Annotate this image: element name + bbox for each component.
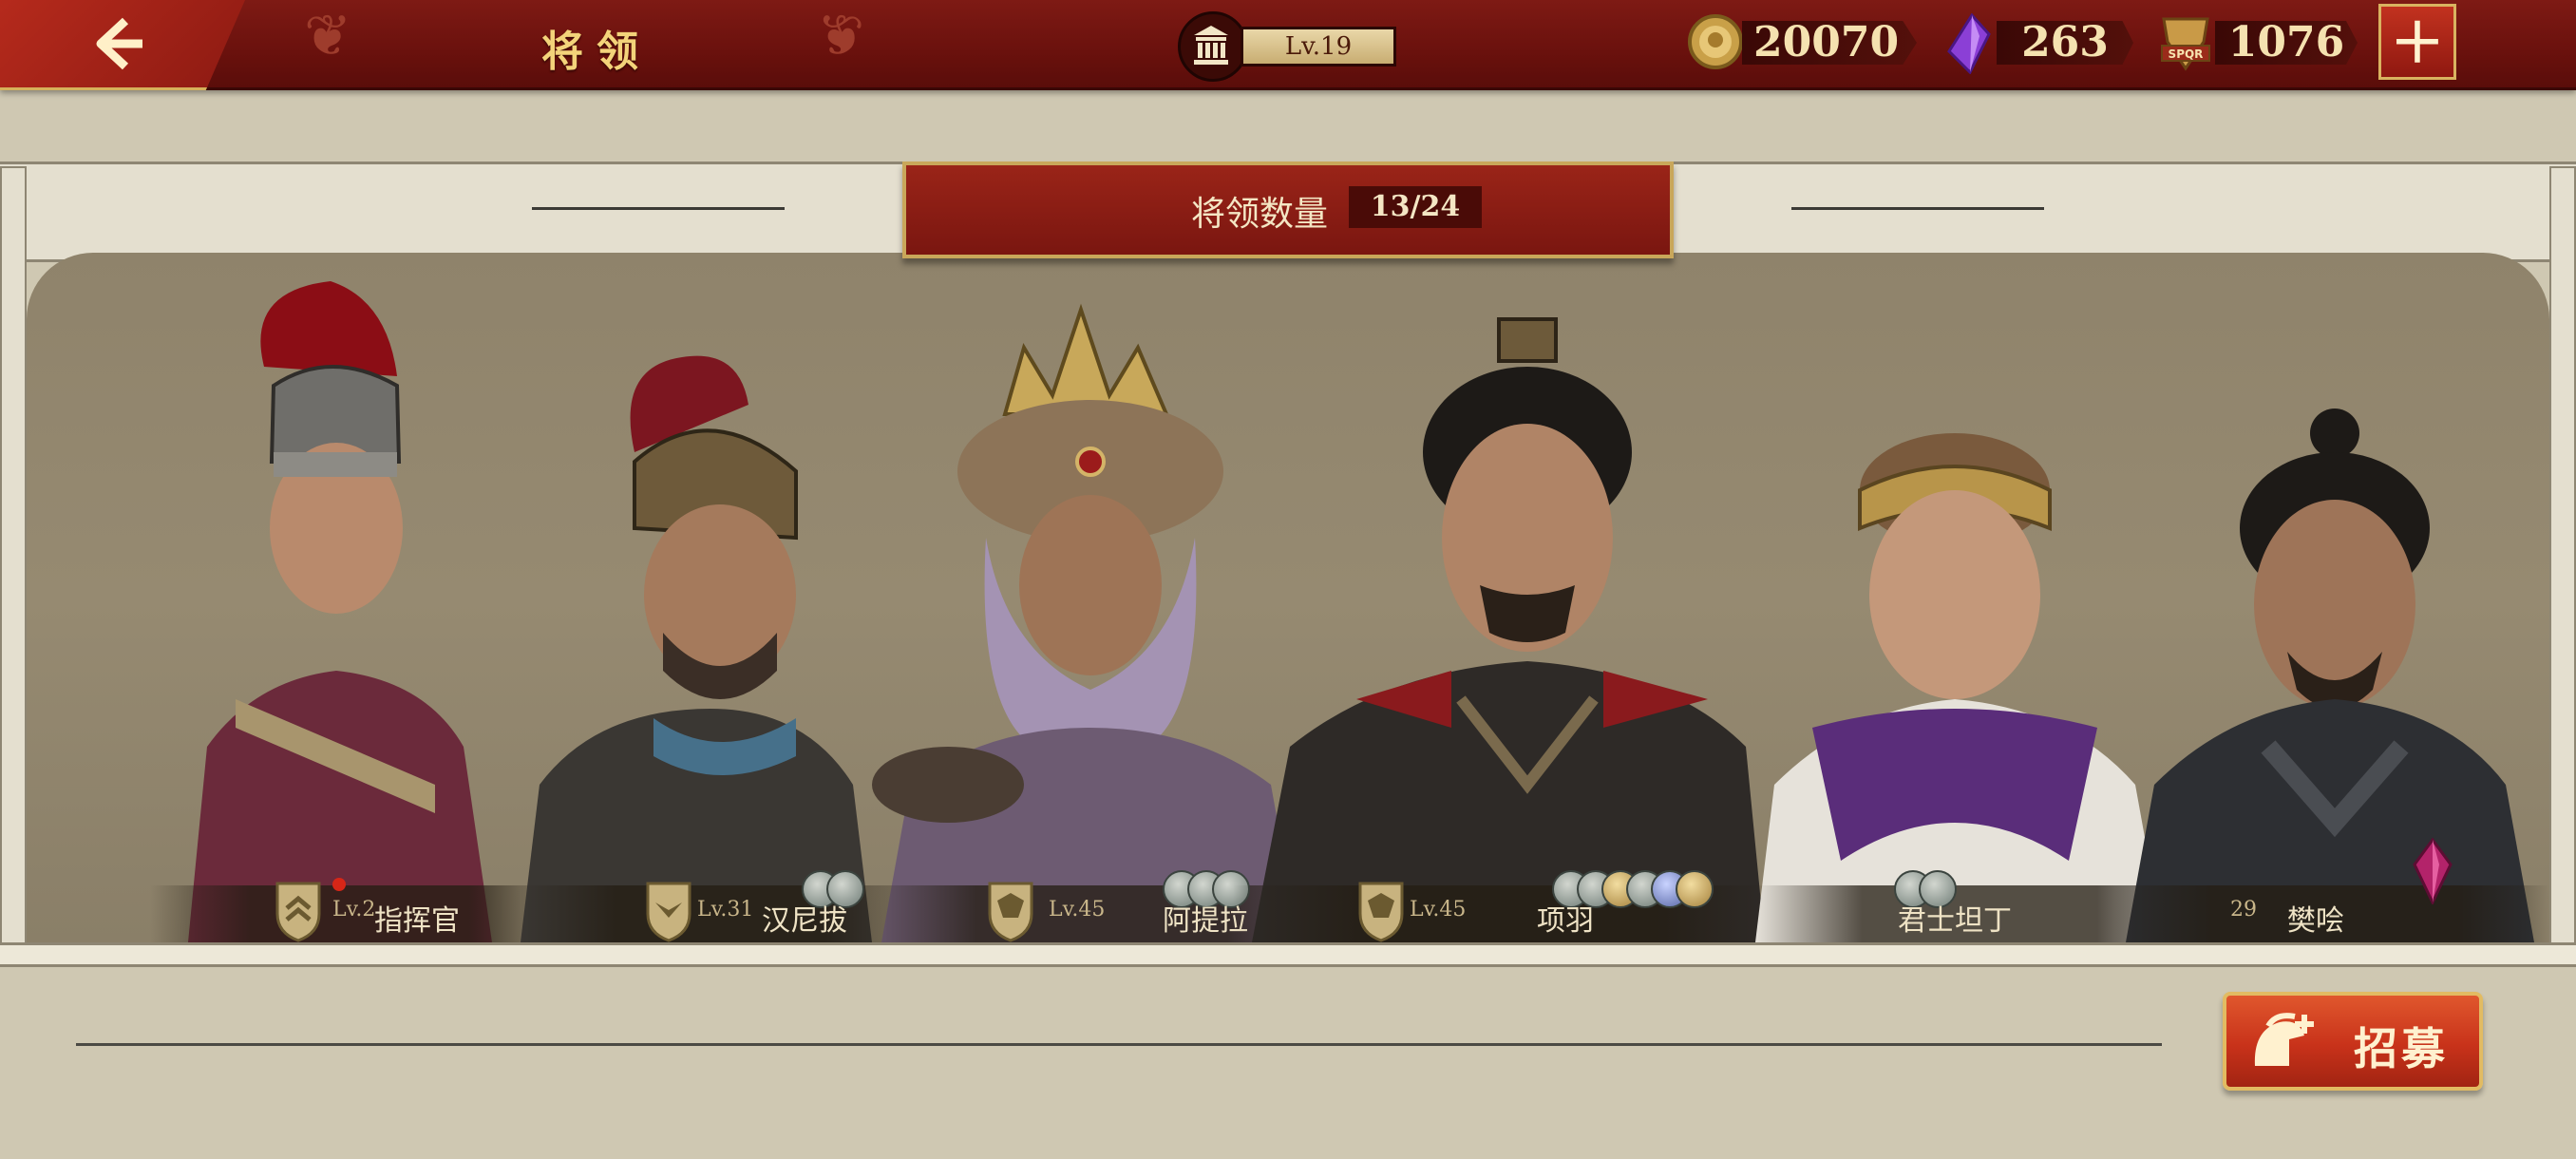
general-portrait bbox=[521, 355, 872, 942]
temple-icon bbox=[1178, 11, 1248, 82]
general-name: 项羽 bbox=[1537, 904, 1594, 938]
general-card-hannibal[interactable]: Lv.31 汉尼拔 bbox=[521, 253, 900, 942]
general-name: 汉尼拔 bbox=[762, 904, 847, 938]
gem-resource[interactable]: 263 bbox=[1941, 13, 2135, 74]
notification-dot bbox=[332, 878, 346, 891]
recruit-label: 招募 bbox=[2354, 1023, 2449, 1074]
general-card-commander[interactable]: Lv.2 指挥官 bbox=[150, 253, 549, 942]
laurel-right-icon: ❦ bbox=[817, 3, 865, 69]
general-count-value: 13/24 bbox=[1349, 186, 1482, 228]
laurel-left-icon: ❦ bbox=[304, 3, 352, 69]
back-arrow-icon bbox=[96, 17, 142, 70]
add-resource-button[interactable]: + bbox=[2378, 4, 2456, 80]
bottom-divider bbox=[76, 1043, 2162, 1046]
top-bar: ❦ ❦ 将领 Lv.19 20070 263 SPQR 1076 + bbox=[0, 0, 2576, 90]
generals-panel: Lv.2 指挥官 Lv.31 汉尼拔 Lv.45 阿提拉 Lv.45 项羽 君士… bbox=[27, 253, 2549, 942]
general-card-xiang-yu[interactable]: Lv.45 项羽 bbox=[1233, 253, 1765, 942]
frame-pillar-right bbox=[2549, 166, 2576, 964]
frame-divider-right bbox=[1791, 207, 2044, 210]
rank-shield-icon bbox=[646, 882, 691, 942]
frame-divider-left bbox=[532, 207, 785, 210]
general-level: Lv.45 bbox=[1410, 898, 1467, 922]
token-value: 1076 bbox=[2215, 21, 2358, 65]
spqr-token-icon: SPQR bbox=[2161, 17, 2210, 71]
general-level: 29 bbox=[2230, 898, 2257, 922]
gold-value: 20070 bbox=[1742, 21, 1917, 65]
general-level: Lv.31 bbox=[697, 898, 754, 922]
general-count-label: 将领数量 bbox=[1191, 195, 1329, 234]
gold-coin-icon bbox=[1688, 14, 1743, 69]
general-count-banner: 将领数量 13/24 bbox=[902, 162, 1674, 258]
general-name: 君士坦丁 bbox=[1898, 904, 2012, 938]
token-resource[interactable]: SPQR 1076 bbox=[2156, 13, 2359, 74]
general-level: Lv.45 bbox=[1049, 898, 1106, 922]
rank-shield-icon bbox=[988, 882, 1033, 942]
plus-icon: + bbox=[2389, 1, 2446, 79]
purple-gem-icon bbox=[1947, 13, 1991, 74]
general-name: 樊哙 bbox=[2287, 904, 2344, 938]
page-title: 将领 bbox=[541, 28, 652, 76]
general-card-fan-kuai[interactable]: 29 樊哙 bbox=[2097, 253, 2549, 942]
svg-text:SPQR: SPQR bbox=[2169, 48, 2204, 61]
general-portrait bbox=[2126, 408, 2534, 942]
rank-shield-icon bbox=[275, 882, 321, 942]
recruit-helmet-icon bbox=[2254, 1013, 2314, 1066]
general-name: 指挥官 bbox=[374, 904, 460, 938]
rank-shield-icon bbox=[1358, 882, 1404, 942]
recruit-button[interactable]: 招募 bbox=[2223, 992, 2483, 1091]
general-portrait bbox=[1252, 317, 1765, 942]
general-level: Lv.2 bbox=[332, 898, 376, 922]
skill-badge-icon bbox=[1676, 870, 1714, 908]
gem-value: 263 bbox=[1997, 21, 2133, 65]
level-label: Lv.19 bbox=[1241, 27, 1396, 66]
pink-gem-icon bbox=[2413, 838, 2453, 904]
frame-pillar-left bbox=[0, 166, 27, 964]
general-portrait bbox=[188, 281, 492, 942]
frame-bottom bbox=[0, 942, 2576, 967]
back-button[interactable] bbox=[0, 0, 245, 90]
gold-resource[interactable]: 20070 bbox=[1687, 13, 1919, 74]
